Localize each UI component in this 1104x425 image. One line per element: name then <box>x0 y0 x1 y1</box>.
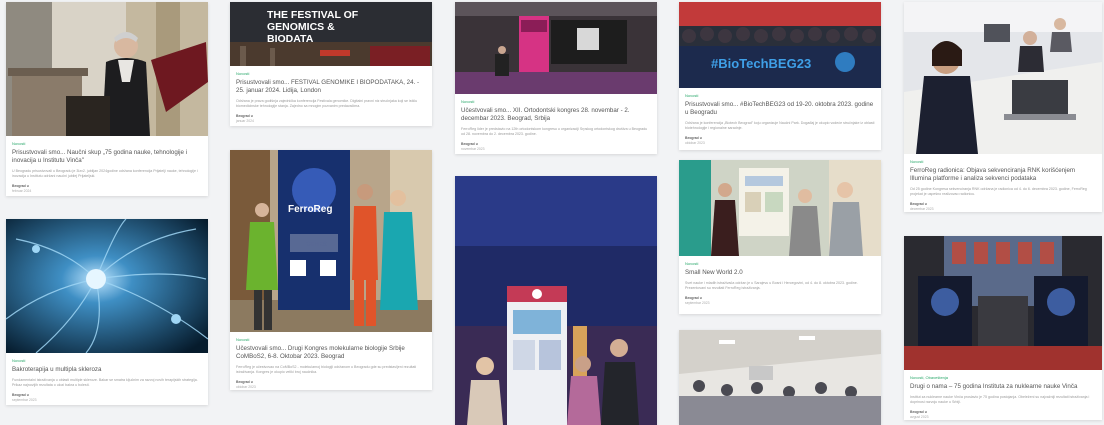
news-card[interactable]: Novosti, Obaveštenja Drugi o nama – 75 g… <box>904 236 1102 420</box>
news-card-category[interactable]: Novosti <box>910 159 1096 164</box>
news-card-excerpt: FerroReg lider je predstavio na 12th ort… <box>461 127 648 136</box>
news-card-image[interactable] <box>679 160 881 256</box>
news-card-title[interactable]: Učestvovali smo... Drugi Kongres molekul… <box>236 345 426 361</box>
ferroreg-poster-title: FerroReg <box>288 204 332 215</box>
news-card-date: avgust 2023 <box>910 414 929 419</box>
news-card[interactable] <box>455 176 657 425</box>
festival-banner-line3: BIODATA <box>267 33 314 45</box>
news-card[interactable]: FerroReg GENES Novosti Učestvovali smo..… <box>230 150 432 390</box>
news-card-category[interactable]: Novosti <box>12 141 202 146</box>
news-card-image[interactable] <box>455 2 657 94</box>
news-card-image[interactable] <box>679 330 881 425</box>
news-card-image[interactable] <box>6 219 208 353</box>
news-card[interactable]: #BioTechBEG23 Novosti Prisustvovali smo.… <box>679 2 881 150</box>
news-card-title[interactable]: Small New World 2.0 <box>685 269 875 277</box>
news-card-image[interactable] <box>455 176 657 425</box>
news-card-category[interactable]: Novosti <box>236 337 426 342</box>
news-card-title[interactable]: Bakroterapija u multipla skleroza <box>12 366 202 374</box>
news-card-title[interactable]: FerroReg radionica: Objava sekvenciranja… <box>910 167 1096 183</box>
news-card-image[interactable] <box>904 2 1102 154</box>
news-card-excerpt: FerroReg je učestvovao na CoMBoS2 - mole… <box>236 365 417 374</box>
news-card-date: novembar 2023 <box>461 146 485 151</box>
news-card-date: januar 2024 <box>236 118 254 123</box>
news-card-date: oktobar 2023 <box>236 384 256 389</box>
news-card[interactable]: Novosti Bakroterapija u multipla skleroz… <box>6 219 208 405</box>
news-card-image[interactable]: #BioTechBEG23 <box>679 2 881 88</box>
news-card[interactable] <box>679 330 881 425</box>
biotech-hashtag: #BioTechBEG23 <box>711 56 811 71</box>
news-card-excerpt: U Beogradu prisustvovali u Beogradu je 3… <box>12 169 198 178</box>
festival-banner-line1: THE FESTIVAL OF <box>267 9 359 21</box>
news-card-category[interactable]: Novosti <box>236 71 426 76</box>
news-card-excerpt: Održana je prava godišnja zajednička kon… <box>236 99 418 108</box>
news-masonry-grid: Novosti Prisustvovali smo... Naučni skup… <box>0 0 1104 425</box>
news-card-image[interactable] <box>6 2 208 136</box>
news-card[interactable]: Novosti Učestvovali smo... XII. Ortodont… <box>455 2 657 154</box>
news-card[interactable]: Novosti Prisustvovali smo... Naučni skup… <box>6 2 208 196</box>
news-card-title[interactable]: Prisustvovali smo... FESTIVAL GENOMIKE I… <box>236 79 426 95</box>
news-card-image[interactable] <box>904 236 1102 370</box>
news-card-image[interactable]: FerroReg GENES <box>230 150 432 332</box>
news-card-date: decembar 2023 <box>910 206 934 211</box>
news-card-excerpt: Fundamentalni istraživanja u oblasti mul… <box>12 378 198 387</box>
news-card-excerpt: Svet nauke i mladih istraživača održan j… <box>685 281 858 290</box>
news-card-date: septembar 2023 <box>685 300 710 305</box>
news-card-date: oktobar 2023 <box>685 140 705 145</box>
news-card[interactable]: Novosti FerroReg radionica: Objava sekve… <box>904 2 1102 212</box>
news-card-excerpt: Od 25 godine Kongresa sekvenciranja RNK … <box>910 187 1087 196</box>
news-card-category[interactable]: Novosti <box>461 99 651 104</box>
news-card[interactable]: Novosti Small New World 2.0 Svet nauke i… <box>679 160 881 314</box>
news-card-title[interactable]: Prisustvovali smo... Naučni skup „75 god… <box>12 149 202 165</box>
news-card-category[interactable]: Novosti <box>685 93 875 98</box>
news-card-title[interactable]: Prisustvovali smo... #BioTechBEG23 od 19… <box>685 101 875 117</box>
news-card-category[interactable]: Novosti, Obaveštenja <box>910 375 1096 380</box>
news-card-date: septembar 2023 <box>12 397 37 402</box>
news-card-category[interactable]: Novosti <box>685 261 875 266</box>
news-card-image[interactable]: THE FESTIVAL OF GENOMICS & BIODATA <box>230 2 432 66</box>
news-card-category[interactable]: Novosti <box>12 358 202 363</box>
news-card-title[interactable]: Učestvovali smo... XII. Ortodontski kong… <box>461 107 651 123</box>
news-card-excerpt: Održana je konferencija „Biotech Beograd… <box>685 121 875 130</box>
news-card-excerpt: Institut za nuklearne nauke Vinča prosla… <box>910 395 1090 404</box>
news-card[interactable]: THE FESTIVAL OF GENOMICS & BIODATA Novos… <box>230 2 432 126</box>
festival-banner-line2: GENOMICS & <box>267 21 335 33</box>
news-card-title[interactable]: Drugi o nama – 75 godina Instituta za nu… <box>910 383 1096 391</box>
news-card-date: februar 2024 <box>12 188 32 193</box>
